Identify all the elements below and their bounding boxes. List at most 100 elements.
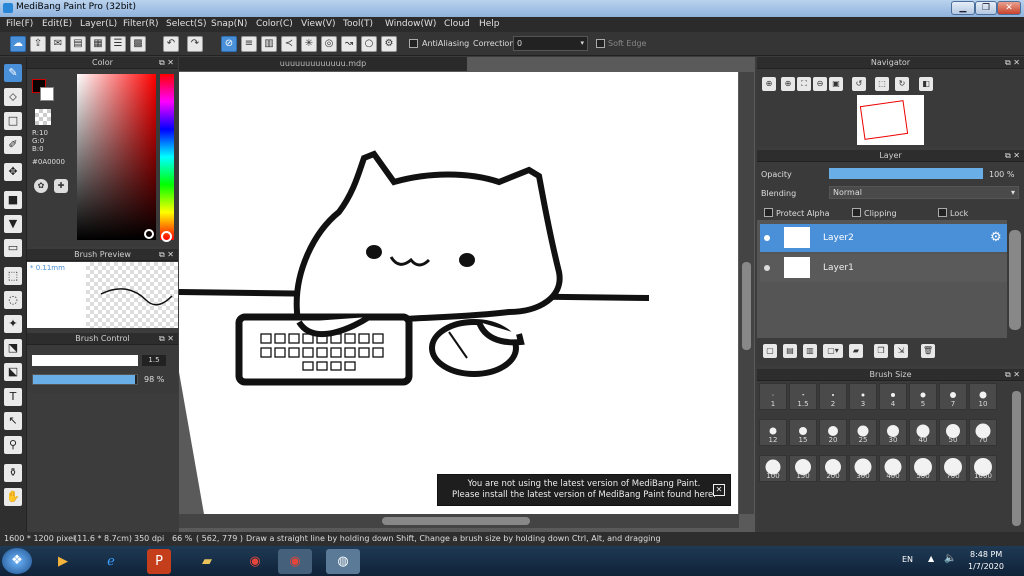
pen-tool-icon[interactable]: ✐ bbox=[4, 136, 22, 154]
hand-tool-icon[interactable]: ✋ bbox=[4, 488, 22, 506]
circle-snap-icon[interactable]: ◎ bbox=[321, 36, 337, 52]
menu-view[interactable]: View(V) bbox=[301, 19, 336, 29]
internet-explorer-icon[interactable]: ℯ bbox=[94, 549, 128, 574]
brush-size-preset[interactable]: 700 bbox=[939, 455, 967, 482]
panel-close-icon[interactable]: ⧉ ✕ bbox=[1005, 369, 1020, 381]
document-tab[interactable]: uuuuuuuuuuuuu.mdp bbox=[179, 57, 467, 71]
operation-tool-icon[interactable]: ↖ bbox=[4, 412, 22, 430]
brush-size-preset[interactable]: 2 bbox=[819, 383, 847, 410]
brush-opacity-slider[interactable] bbox=[32, 374, 138, 385]
start-button-icon[interactable]: ❖ bbox=[2, 548, 32, 574]
layer-list-scrollbar[interactable] bbox=[1009, 230, 1021, 330]
merge-layer-icon[interactable]: ⇲ bbox=[894, 344, 908, 358]
parallel-snap-icon[interactable]: ≡ bbox=[241, 36, 257, 52]
brush-size-preset[interactable]: 1.5 bbox=[789, 383, 817, 410]
rotate-left-icon[interactable]: ↺ bbox=[852, 77, 866, 91]
select-eraser-icon[interactable]: ⬕ bbox=[4, 363, 22, 381]
update-notice[interactable]: You are not using the latest version of … bbox=[437, 474, 731, 506]
panel-close-icon[interactable]: ⧉ ✕ bbox=[1005, 150, 1020, 162]
brush-size-value[interactable]: 1.5 bbox=[142, 355, 166, 366]
brush-size-preset[interactable]: 12 bbox=[759, 419, 787, 446]
brush-size-preset[interactable]: 3 bbox=[849, 383, 877, 410]
settings-icon[interactable]: ⚙ bbox=[381, 36, 397, 52]
brush-size-preset[interactable]: 100 bbox=[759, 455, 787, 482]
magic-wand-icon[interactable]: ✦ bbox=[4, 315, 22, 333]
duplicate-layer-icon[interactable]: ▥ bbox=[803, 344, 817, 358]
correction-select[interactable]: 0 ▾ bbox=[513, 36, 588, 51]
cloud-icon[interactable]: ☁ bbox=[10, 36, 26, 52]
brush-size-preset[interactable]: 15 bbox=[789, 419, 817, 446]
horizontal-scroll-thumb[interactable] bbox=[382, 517, 530, 525]
chrome-window-icon[interactable]: ◉ bbox=[278, 549, 312, 574]
soft-edge-checkbox[interactable] bbox=[596, 39, 605, 48]
ellipse-snap-icon[interactable]: ○ bbox=[361, 36, 377, 52]
zoom-in-icon[interactable]: ⊕ bbox=[762, 77, 776, 91]
actual-size-icon[interactable]: ▣ bbox=[829, 77, 843, 91]
brush-tool-icon[interactable]: ✎ bbox=[4, 64, 22, 82]
undo-icon[interactable]: ↶ bbox=[163, 36, 179, 52]
snap-off-icon[interactable]: ⊘ bbox=[221, 36, 237, 52]
fill-rect-tool-icon[interactable]: ■ bbox=[4, 191, 22, 209]
menu-window[interactable]: Window(W) bbox=[385, 19, 436, 29]
brush-size-preset[interactable]: 40 bbox=[909, 419, 937, 446]
brush-size-preset[interactable]: 20 bbox=[819, 419, 847, 446]
eye-icon[interactable] bbox=[764, 235, 770, 241]
navigator-viewport[interactable] bbox=[859, 100, 909, 140]
gradient-tool-icon[interactable]: ▭ bbox=[4, 239, 22, 257]
zoom-out-icon[interactable]: ⊖ bbox=[813, 77, 827, 91]
zoom-in-alt-icon[interactable]: ⊕ bbox=[781, 77, 795, 91]
folder-icon[interactable]: ▰ bbox=[849, 344, 863, 358]
select-tool-icon[interactable]: ⬚ bbox=[4, 267, 22, 285]
drawing-canvas[interactable] bbox=[179, 72, 738, 514]
menu-snap[interactable]: Snap(N) bbox=[211, 19, 247, 29]
transparent-color-swatch[interactable] bbox=[35, 109, 51, 125]
move-tool-icon[interactable]: ✥ bbox=[4, 163, 22, 181]
menu-edit[interactable]: Edit(E) bbox=[42, 19, 72, 29]
background-color-swatch[interactable] bbox=[40, 87, 54, 101]
file-explorer-icon[interactable]: ▰ bbox=[190, 549, 224, 574]
brush-size-preset[interactable]: 4 bbox=[879, 383, 907, 410]
trash-icon[interactable]: 🗑 bbox=[921, 344, 935, 358]
brush-size-slider[interactable] bbox=[32, 355, 138, 366]
shape-tool-icon[interactable]: □ bbox=[4, 112, 22, 130]
brush-size-preset[interactable]: 7 bbox=[939, 383, 967, 410]
brush-size-preset[interactable]: 500 bbox=[909, 455, 937, 482]
brush-size-preset[interactable]: 25 bbox=[849, 419, 877, 446]
maximize-button[interactable]: ❐ bbox=[975, 1, 997, 15]
share-icon[interactable]: ⇪ bbox=[30, 36, 46, 52]
chrome-icon[interactable]: ◉ bbox=[238, 549, 272, 574]
list-icon[interactable]: ☰ bbox=[110, 36, 126, 52]
tray-expand-icon[interactable]: ▲ bbox=[928, 554, 934, 563]
dropper-tool-icon[interactable]: ⚱ bbox=[4, 464, 22, 482]
hue-slider[interactable] bbox=[160, 74, 174, 240]
eye-icon[interactable] bbox=[764, 265, 770, 271]
fit-icon[interactable]: ⛶ bbox=[797, 77, 811, 91]
blending-select[interactable]: Normal ▾ bbox=[829, 186, 1019, 199]
medibang-icon[interactable]: ◍ bbox=[326, 549, 360, 574]
brush-size-preset[interactable]: 400 bbox=[879, 455, 907, 482]
layer-row[interactable]: Layer2 ⚙ bbox=[760, 224, 1007, 252]
panel-close-icon[interactable]: ⧉ ✕ bbox=[1005, 57, 1020, 69]
menu-file[interactable]: File(F) bbox=[6, 19, 33, 29]
layer-opacity-slider[interactable] bbox=[829, 168, 983, 179]
language-indicator[interactable]: EN bbox=[902, 555, 913, 564]
panel-close-icon[interactable]: ⧉ ✕ bbox=[159, 57, 174, 69]
menu-layer[interactable]: Layer(L) bbox=[80, 19, 117, 29]
menu-cloud[interactable]: Cloud bbox=[444, 19, 470, 29]
redo-icon[interactable]: ↷ bbox=[187, 36, 203, 52]
layer-row[interactable]: Layer1 bbox=[760, 254, 1007, 282]
vanish-snap-icon[interactable]: ≺ bbox=[281, 36, 297, 52]
notice-close-button[interactable]: ✕ bbox=[713, 484, 725, 496]
saturation-value-picker[interactable] bbox=[77, 74, 156, 240]
brush-size-preset[interactable]: 70 bbox=[969, 419, 997, 446]
brush-size-preset[interactable]: 50 bbox=[939, 419, 967, 446]
brush-size-preset[interactable]: 1000 bbox=[969, 455, 997, 482]
menu-select[interactable]: Select(S) bbox=[166, 19, 207, 29]
menu-color[interactable]: Color(C) bbox=[256, 19, 293, 29]
document-icon[interactable]: ▦ bbox=[90, 36, 106, 52]
cross-snap-icon[interactable]: ▥ bbox=[261, 36, 277, 52]
new-layer-icon[interactable]: ▢ bbox=[763, 344, 777, 358]
close-button[interactable]: ✕ bbox=[997, 1, 1021, 15]
panel-close-icon[interactable]: ⧉ ✕ bbox=[159, 333, 174, 345]
palette-add-icon[interactable]: ✚ bbox=[54, 179, 68, 193]
